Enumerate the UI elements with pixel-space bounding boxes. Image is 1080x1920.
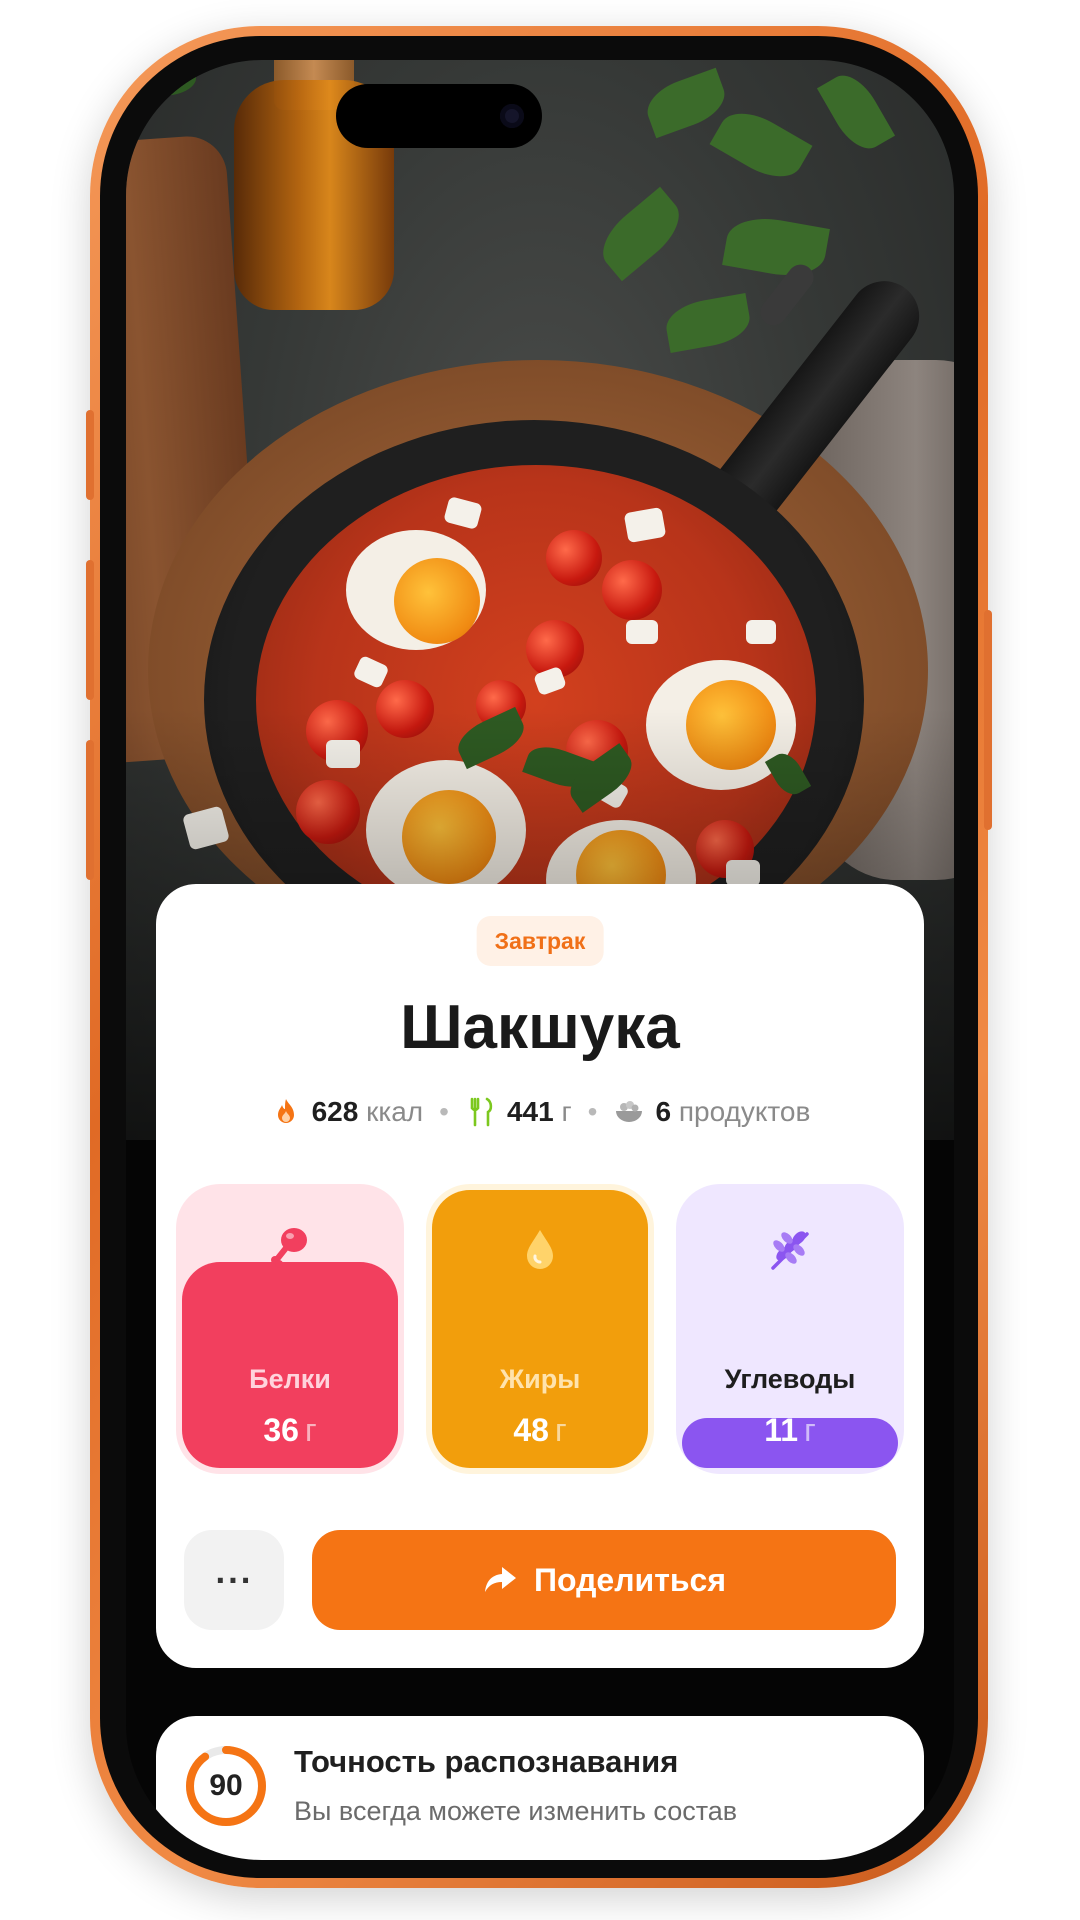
products-value: 6 [655,1096,672,1127]
macro-amount: 48 [513,1412,549,1448]
macro-value: 11 г [676,1412,904,1449]
macro-value: 36 г [176,1412,404,1449]
accuracy-card[interactable]: 90 Точность распознавания Вы всегда може… [156,1716,924,1860]
products-unit: продуктов [678,1096,811,1127]
macro-value: 48 г [426,1412,654,1449]
wheat-icon [771,1231,809,1270]
dish-title: Шакшука [400,993,680,1062]
dish-meta: 628 ккал • 441 г • 6 продуктов [156,1092,924,1132]
share-button[interactable]: Поделиться [312,1530,896,1630]
fire-icon [277,1099,294,1123]
more-button[interactable]: ··· [184,1530,284,1630]
accuracy-title: Точность распознавания [294,1744,679,1779]
drop-icon [527,1230,553,1269]
cutlery-icon [470,1097,493,1127]
phone-side-button [984,610,992,830]
meal-type-badge: Завтрак [476,916,604,966]
macros-row: Белки 36 г Жиры 48 г Углеводы 11 г [176,1184,904,1474]
macro-unit: г [304,1412,317,1448]
accuracy-score: 90 [209,1769,243,1802]
phone-screen: Завтрак Шакшука 628 ккал • 441 г • 6 про… [126,60,954,1860]
macro-label: Углеводы [724,1364,856,1394]
weight-value: 441 [506,1096,554,1127]
share-label: Поделиться [533,1561,727,1598]
accuracy-subtitle: Вы всегда можете изменить состав [294,1796,738,1826]
weight-unit: г [561,1096,572,1127]
calories-unit: ккал [366,1096,424,1127]
calories-value: 628 [311,1096,359,1127]
camera-icon [500,104,524,128]
macro-amount: 36 [263,1412,299,1448]
macro-amount: 11 [764,1412,799,1448]
dynamic-island [336,84,542,148]
macro-label: Жиры [499,1364,581,1394]
phone-side-button [86,410,94,500]
share-arrow-icon [484,1567,516,1592]
meta-separator: • [587,1096,598,1127]
dish-card: Завтрак Шакшука 628 ккал • 441 г • 6 про… [156,884,924,1668]
macro-carbs[interactable]: Углеводы 11 г [676,1184,904,1474]
bowl-icon [616,1101,643,1122]
drumstick-icon [271,1228,307,1268]
macro-fat[interactable]: Жиры 48 г [426,1184,654,1474]
meta-separator: • [439,1096,449,1127]
macro-unit: г [804,1412,816,1448]
macro-unit: г [554,1412,567,1448]
phone-side-button [86,740,94,880]
macro-protein[interactable]: Белки 36 г [176,1184,404,1474]
macro-label: Белки [249,1364,331,1394]
phone-side-button [86,560,94,700]
